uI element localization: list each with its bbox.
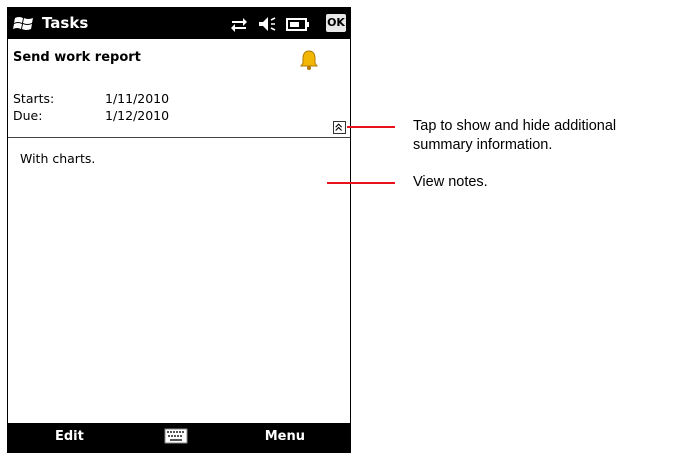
title-bar: Tasks OK	[8, 8, 350, 39]
callout-summary-line2: summary information.	[413, 137, 553, 153]
double-chevron-up-icon	[335, 123, 343, 131]
callout-notes-line1: View notes.	[413, 174, 488, 190]
keyboard-icon[interactable]	[164, 428, 188, 444]
softkey-bar: Edit Menu	[8, 423, 350, 452]
connectivity-icon[interactable]	[229, 14, 249, 34]
starts-row: Starts: 1/11/2010	[13, 91, 169, 106]
ok-button[interactable]: OK	[326, 14, 346, 32]
starts-label: Starts:	[13, 91, 55, 106]
callout-summary-line1: Tap to show and hide additional	[413, 118, 617, 134]
device-screen: Tasks OK Send work report Starts: 1/11/20…	[7, 7, 351, 453]
edit-softkey[interactable]: Edit	[55, 429, 84, 444]
battery-icon[interactable]	[286, 14, 310, 34]
summary-divider	[8, 137, 350, 138]
starts-value: 1/11/2010	[105, 91, 170, 106]
callout-line-summary	[347, 126, 395, 128]
due-row: Due: 1/12/2010	[13, 108, 169, 123]
task-notes[interactable]: With charts.	[20, 151, 95, 166]
windows-start-icon[interactable]	[13, 15, 35, 33]
due-value: 1/12/2010	[105, 108, 170, 123]
volume-icon[interactable]	[257, 14, 277, 34]
bell-icon	[300, 50, 318, 70]
task-title: Send work report	[13, 50, 141, 65]
callout-summary-text: Tap to show and hide additional summary …	[413, 117, 616, 155]
app-title: Tasks	[42, 14, 89, 32]
menu-softkey[interactable]: Menu	[265, 429, 305, 444]
callout-notes-text: View notes.	[413, 173, 488, 192]
due-label: Due:	[13, 108, 43, 123]
summary-toggle-button[interactable]	[333, 121, 346, 134]
callout-line-notes	[327, 182, 395, 184]
